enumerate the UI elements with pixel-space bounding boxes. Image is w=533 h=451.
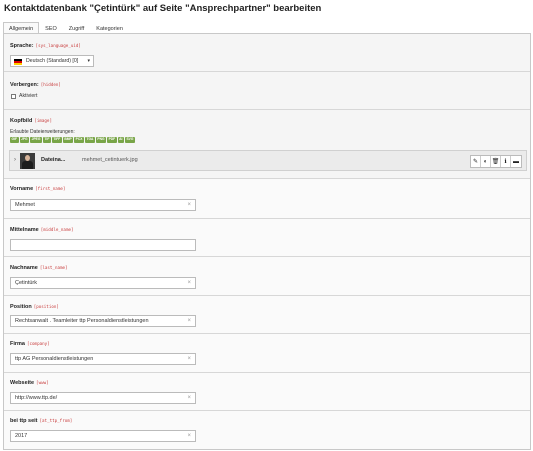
- last-name-section: Nachname [last_name] Çetintürk ×: [4, 257, 530, 296]
- extension-badge: TGA: [84, 137, 95, 143]
- company-label: Firma [company]: [10, 341, 50, 347]
- image-file-row[interactable]: › Dateina... mehmet_cetintuerk.jpg ✎ ◐ 🗑…: [9, 150, 527, 171]
- toggle-visibility-button[interactable]: ◐: [481, 156, 491, 167]
- middle-name-field-name: [middle_name]: [40, 227, 74, 232]
- position-label: Position [position]: [10, 304, 59, 310]
- hidden-field-name: [hidden]: [40, 82, 61, 87]
- file-name: mehmet_cetintuerk.jpg: [82, 157, 138, 163]
- first-name-value: Mehmet: [15, 202, 35, 208]
- clear-icon[interactable]: ×: [187, 318, 191, 324]
- company-value: ttp AG Personaldienstleistungen: [15, 356, 94, 362]
- file-action-buttons: ✎ ◐ 🗑 ℹ ▬: [470, 155, 522, 168]
- first-name-section: Vorname [first_name] Mehmet ×: [4, 179, 530, 219]
- website-value: http://www.ttp.de/: [15, 395, 58, 401]
- last-name-input[interactable]: Çetintürk ×: [10, 277, 196, 289]
- at-ttp-from-value: 2017: [15, 433, 28, 439]
- clear-icon[interactable]: ×: [187, 433, 191, 439]
- extension-badge: BMP: [62, 137, 74, 143]
- extension-badge: JPG: [19, 137, 30, 143]
- clear-icon[interactable]: ×: [187, 395, 191, 401]
- edit-button[interactable]: ✎: [471, 156, 481, 167]
- at-ttp-from-field-name: [at_ttp_from]: [39, 418, 73, 423]
- at-ttp-from-section: bei ttp seit [at_ttp_from] 2017 ×: [4, 411, 530, 449]
- info-button[interactable]: ℹ: [501, 156, 511, 167]
- extension-badge: PCX: [74, 137, 84, 143]
- company-input[interactable]: ttp AG Personaldienstleistungen ×: [10, 353, 196, 365]
- extension-badge: TIFF: [51, 137, 62, 143]
- last-name-field-name: [last_name]: [39, 265, 68, 270]
- chevron-down-icon: ▾: [87, 58, 90, 64]
- extension-badge: PNG: [95, 137, 107, 143]
- german-flag-icon: [14, 59, 22, 65]
- form-panel: Sprache: [sys_language_uid] Deutsch (Stan…: [3, 33, 531, 450]
- page-title: Kontaktdatenbank "Çetintürk" auf Seite "…: [4, 3, 322, 14]
- extension-badge: JPEG: [30, 137, 42, 143]
- file-title: Dateina...: [41, 157, 66, 163]
- hidden-checkbox[interactable]: [11, 94, 16, 99]
- last-name-label: Nachname [last_name]: [10, 265, 68, 271]
- thumbnail-body-shape: [22, 161, 33, 169]
- middle-name-label: Mittelname [middle_name]: [10, 227, 74, 233]
- extension-badge: GIF: [10, 137, 19, 143]
- clear-icon[interactable]: ×: [187, 280, 191, 286]
- hidden-label: Verbergen: [hidden]: [10, 82, 61, 88]
- language-select[interactable]: Deutsch (Standard) [0] ▾: [10, 55, 94, 67]
- hidden-checkbox-label: Aktiviert: [19, 93, 38, 99]
- language-label: Sprache: [sys_language_uid]: [10, 43, 81, 49]
- hidden-section: Verbergen: [hidden] Aktiviert: [4, 72, 530, 110]
- company-section: Firma [company] ttp AG Personaldienstleis…: [4, 334, 530, 373]
- position-section: Position [position] Rechtsanwalt . Teamle…: [4, 296, 530, 334]
- image-field-name: [image]: [34, 118, 52, 123]
- position-input[interactable]: Rechtsanwalt . Teamleiter ttp Personaldi…: [10, 315, 196, 327]
- extension-badge: TIF: [42, 137, 51, 143]
- website-section: Webseite [www] http://www.ttp.de/ ×: [4, 373, 530, 411]
- last-name-value: Çetintürk: [15, 280, 38, 286]
- middle-name-section: Mittelname [middle_name]: [4, 219, 530, 257]
- language-field-name: [sys_language_uid]: [35, 43, 81, 48]
- clear-icon[interactable]: ×: [187, 356, 191, 362]
- position-field-name: [position]: [33, 304, 59, 309]
- drag-handle-button[interactable]: ▬: [511, 156, 521, 167]
- language-select-value: Deutsch (Standard) [0]: [26, 58, 79, 64]
- website-label: Webseite [www]: [10, 380, 49, 386]
- image-section: Kopfbild [image] Erlaubte Dateierweiterun…: [4, 110, 530, 179]
- expand-chevron-icon[interactable]: ›: [14, 157, 16, 163]
- image-label: Kopfbild [image]: [10, 118, 52, 124]
- first-name-field-name: [first_name]: [35, 186, 66, 191]
- extension-badge: AI: [117, 137, 124, 143]
- flag-stripe-gold: [14, 63, 22, 65]
- position-value: Rechtsanwalt . Teamleiter ttp Personaldi…: [15, 318, 149, 324]
- extension-badge: SVG: [124, 137, 135, 143]
- allowed-extensions-label: Erlaubte Dateierweiterungen:: [10, 129, 75, 135]
- first-name-input[interactable]: Mehmet ×: [10, 199, 196, 211]
- delete-button[interactable]: 🗑: [491, 156, 501, 167]
- at-ttp-from-label: bei ttp seit [at_ttp_from]: [10, 418, 73, 424]
- allowed-extensions-list: GIF JPG JPEG TIF TIFF BMP PCX TGA PNG PD…: [10, 137, 135, 143]
- company-field-name: [company]: [26, 341, 50, 346]
- image-thumbnail: [20, 153, 35, 169]
- website-field-name: [www]: [36, 380, 49, 385]
- website-input[interactable]: http://www.ttp.de/ ×: [10, 392, 196, 404]
- first-name-label: Vorname [first_name]: [10, 186, 66, 192]
- at-ttp-from-input[interactable]: 2017 ×: [10, 430, 196, 442]
- extension-badge: PDF: [107, 137, 117, 143]
- language-section: Sprache: [sys_language_uid] Deutsch (Stan…: [4, 34, 530, 72]
- clear-icon[interactable]: ×: [187, 202, 191, 208]
- middle-name-input[interactable]: [10, 239, 196, 251]
